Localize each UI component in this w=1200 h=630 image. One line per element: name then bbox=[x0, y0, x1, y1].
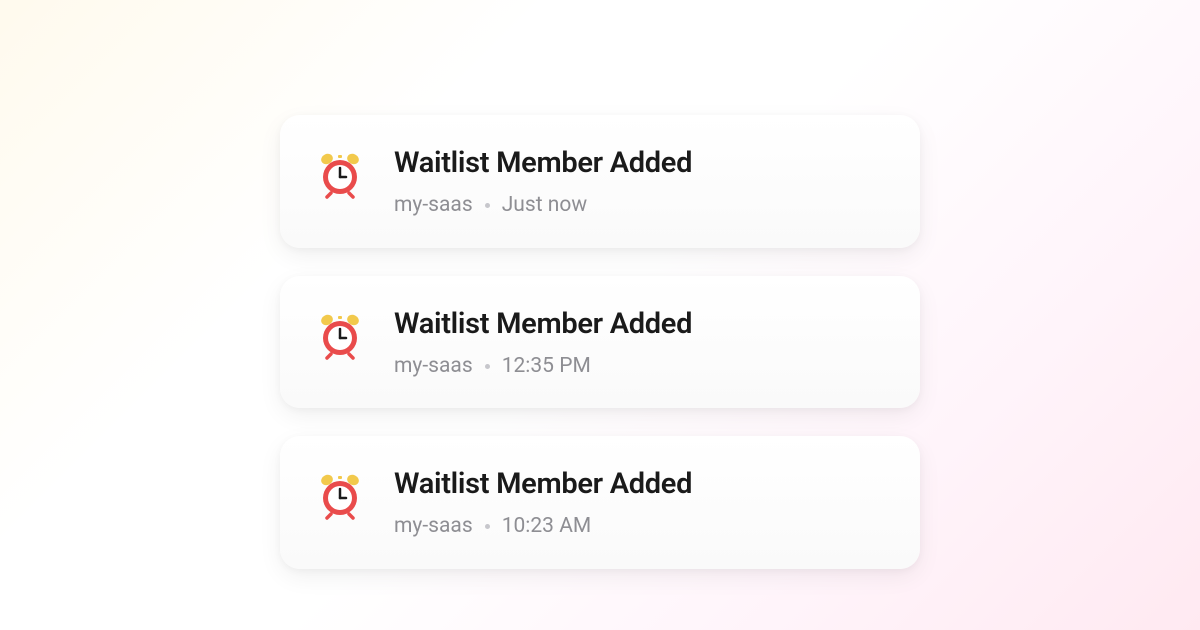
notification-content: Waitlist Member Added my-saas Just now bbox=[394, 145, 884, 220]
notification-timestamp: 12:35 PM bbox=[502, 353, 591, 380]
notification-title: Waitlist Member Added bbox=[394, 306, 884, 342]
notification-content: Waitlist Member Added my-saas 10:23 AM bbox=[394, 466, 884, 541]
notification-icon-wrapper bbox=[316, 151, 364, 199]
notification-timestamp: 10:23 AM bbox=[502, 513, 592, 540]
notification-icon-wrapper bbox=[316, 472, 364, 520]
notification-meta: my-saas 12:35 PM bbox=[394, 353, 884, 380]
separator-dot bbox=[485, 524, 490, 529]
separator-dot bbox=[485, 364, 490, 369]
notification-card[interactable]: Waitlist Member Added my-saas Just now bbox=[280, 115, 920, 248]
notification-card[interactable]: Waitlist Member Added my-saas 12:35 PM bbox=[280, 276, 920, 409]
notification-meta: my-saas Just now bbox=[394, 192, 884, 219]
notification-title: Waitlist Member Added bbox=[394, 466, 884, 502]
alarm-clock-icon bbox=[316, 151, 364, 199]
notification-meta: my-saas 10:23 AM bbox=[394, 513, 884, 540]
notification-content: Waitlist Member Added my-saas 12:35 PM bbox=[394, 306, 884, 381]
notification-source: my-saas bbox=[394, 353, 473, 380]
notification-title: Waitlist Member Added bbox=[394, 145, 884, 181]
notification-source: my-saas bbox=[394, 513, 473, 540]
alarm-clock-icon bbox=[316, 312, 364, 360]
notification-card[interactable]: Waitlist Member Added my-saas 10:23 AM bbox=[280, 436, 920, 569]
alarm-clock-icon bbox=[316, 472, 364, 520]
notification-icon-wrapper bbox=[316, 312, 364, 360]
notification-source: my-saas bbox=[394, 192, 473, 219]
separator-dot bbox=[485, 203, 490, 208]
notification-timestamp: Just now bbox=[502, 192, 587, 219]
